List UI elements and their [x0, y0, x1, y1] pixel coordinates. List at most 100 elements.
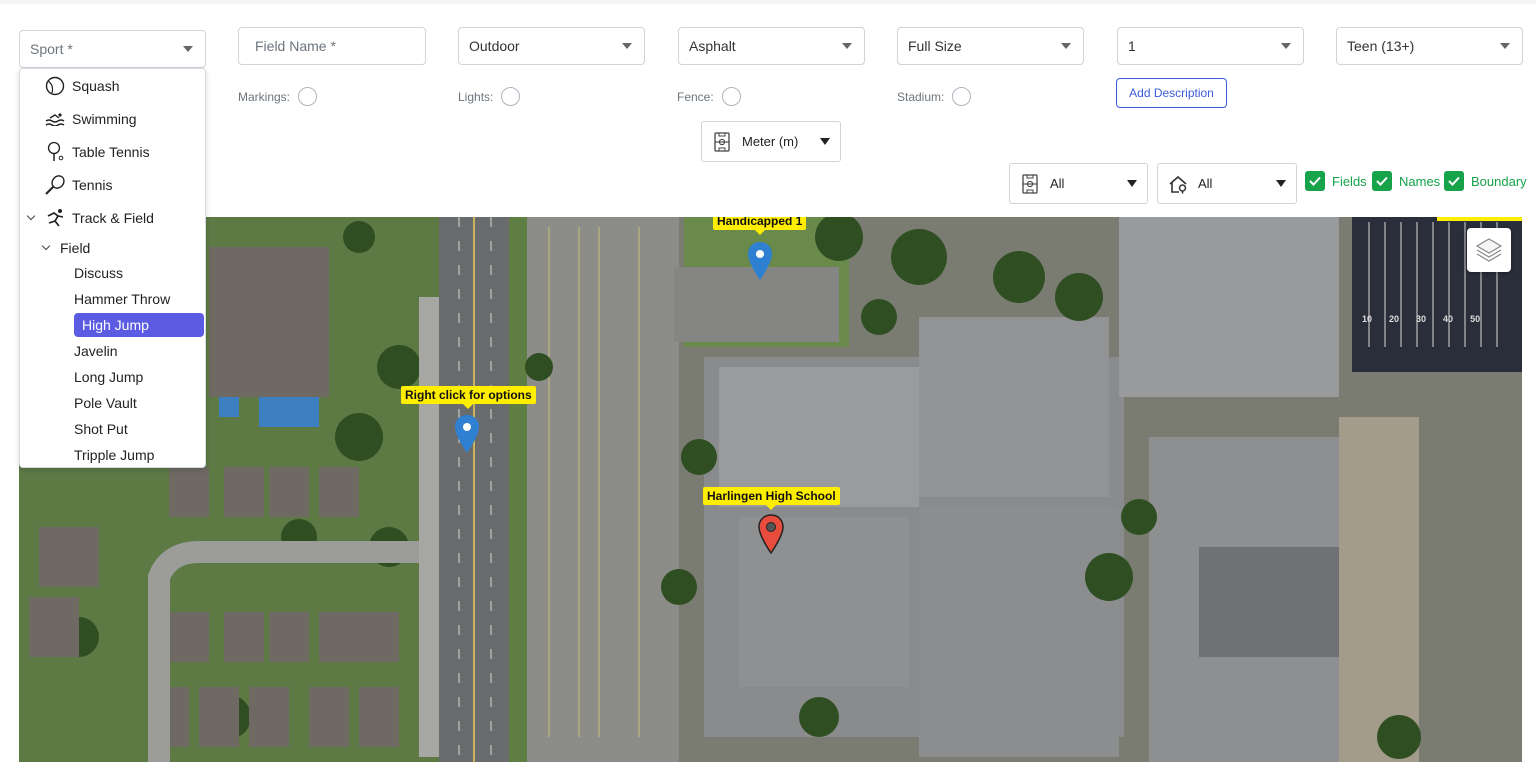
home-location-icon	[1169, 175, 1187, 193]
field-filter-value: All	[1050, 176, 1065, 191]
sport-option-label: Track & Field	[72, 210, 154, 226]
age-group-value: Teen (13+)	[1347, 38, 1415, 54]
sport-option-long-jump[interactable]: Long Jump	[74, 365, 143, 389]
sport-group-label: Field	[60, 240, 91, 256]
age-group-select[interactable]: Teen (13+)	[1336, 27, 1523, 65]
sport-option-swimming[interactable]: Swimming	[20, 106, 205, 132]
chevron-down-icon	[1500, 43, 1510, 49]
field-name-placeholder: Field Name *	[255, 38, 336, 54]
fence-radio[interactable]	[721, 87, 741, 106]
sport-dropdown-menu[interactable]: Squash Swimming Table Tennis Tennis Trac…	[19, 68, 206, 468]
field-filter-select[interactable]: All	[1009, 163, 1148, 204]
swimming-icon	[44, 108, 66, 130]
offscreen-marker-tag	[1437, 217, 1522, 221]
yard-number: 20	[1389, 314, 1400, 324]
stadium-label: Stadium:	[897, 89, 945, 104]
chevron-down-icon	[1061, 43, 1071, 49]
fields-checkbox[interactable]: Fields	[1305, 171, 1367, 191]
map-pin-icon[interactable]	[758, 514, 784, 554]
markings-toggle[interactable]: Markings:	[238, 87, 318, 106]
unit-value: Meter (m)	[742, 134, 799, 149]
surface-select[interactable]: Asphalt	[678, 27, 865, 65]
facility-filter-select[interactable]: All	[1157, 163, 1297, 204]
sport-option-label: Tennis	[72, 177, 113, 193]
field-icon	[1022, 173, 1038, 194]
caret-down-icon	[820, 138, 830, 145]
lights-label: Lights:	[458, 89, 494, 104]
boundary-label: Boundary	[1471, 173, 1527, 189]
sport-group-field[interactable]: Field	[20, 235, 205, 261]
sport-select-placeholder: Sport *	[30, 41, 73, 57]
sport-option-track-field[interactable]: Track & Field	[20, 205, 205, 231]
caret-down-icon	[1276, 180, 1286, 187]
field-name-input[interactable]: Field Name *	[238, 27, 426, 65]
count-value: 1	[1128, 38, 1136, 54]
yard-number: 30	[1416, 314, 1427, 324]
unit-select[interactable]: Meter (m)	[701, 121, 841, 162]
chevron-down-icon	[26, 211, 36, 221]
markings-label: Markings:	[238, 89, 291, 104]
squash-ball-icon	[44, 75, 66, 97]
chevron-down-icon	[183, 46, 193, 52]
add-description-button[interactable]: Add Description	[1116, 78, 1227, 108]
stadium-toggle[interactable]: Stadium:	[897, 87, 972, 106]
facility-filter-value: All	[1198, 176, 1213, 191]
sport-option-javelin[interactable]: Javelin	[74, 339, 118, 363]
chevron-down-icon	[842, 43, 852, 49]
marker-tag-right-click: Right click for options	[401, 386, 536, 409]
yard-number: 10	[1362, 314, 1373, 324]
sport-option-tennis[interactable]: Tennis	[20, 172, 205, 198]
yard-number: 50	[1470, 314, 1481, 324]
sport-option-label: Squash	[72, 78, 120, 94]
boundary-checkbox[interactable]: Boundary	[1444, 171, 1527, 191]
names-label: Names	[1399, 173, 1441, 189]
size-value: Full Size	[908, 38, 962, 54]
fields-label: Fields	[1332, 173, 1367, 189]
sport-option-table-tennis[interactable]: Table Tennis	[20, 139, 205, 165]
tennis-racket-icon	[44, 174, 66, 196]
sport-option-high-jump[interactable]: High Jump	[74, 313, 204, 337]
map-pin-icon[interactable]	[455, 415, 479, 453]
caret-down-icon	[1127, 180, 1137, 187]
sport-option-hammer-throw[interactable]: Hammer Throw	[74, 287, 170, 311]
layers-button[interactable]	[1467, 228, 1511, 272]
chevron-down-icon	[1281, 43, 1291, 49]
names-checkbox[interactable]: Names	[1372, 171, 1440, 191]
fence-label: Fence:	[677, 89, 714, 104]
sport-option-tripple-jump[interactable]: Tripple Jump	[74, 443, 154, 467]
check-icon	[1305, 171, 1325, 191]
stadium-radio[interactable]	[952, 87, 972, 106]
lights-radio[interactable]	[501, 87, 521, 106]
check-icon	[1372, 171, 1392, 191]
page: Sport * Field Name * Outdoor Asphalt Ful…	[0, 0, 1536, 762]
surface-value: Asphalt	[689, 38, 736, 54]
layers-icon	[1475, 238, 1503, 262]
sport-option-discuss[interactable]: Discuss	[74, 261, 123, 285]
runner-icon	[44, 207, 66, 229]
sport-option-label: Swimming	[72, 111, 137, 127]
marker-tag-school: Harlingen High School	[703, 487, 840, 510]
map-pin-icon[interactable]	[748, 242, 772, 280]
markings-radio[interactable]	[298, 87, 318, 106]
fence-toggle[interactable]: Fence:	[677, 87, 741, 106]
field-yard-numbers: 10 20 30 40 50	[1362, 314, 1480, 324]
yard-number: 40	[1443, 314, 1454, 324]
sport-option-shot-put[interactable]: Shot Put	[74, 417, 128, 441]
environment-select[interactable]: Outdoor	[458, 27, 645, 65]
environment-value: Outdoor	[469, 38, 520, 54]
count-select[interactable]: 1	[1117, 27, 1304, 65]
satellite-map[interactable]: 10 20 30 40 50 Handicapped 1 Right click…	[19, 217, 1522, 762]
table-tennis-icon	[44, 141, 66, 163]
chevron-down-icon	[622, 43, 632, 49]
marker-tag-handicapped: Handicapped 1	[713, 217, 807, 235]
chevron-down-icon	[41, 241, 51, 251]
sport-option-label: Table Tennis	[72, 144, 150, 160]
size-select[interactable]: Full Size	[897, 27, 1084, 65]
lights-toggle[interactable]: Lights:	[458, 87, 521, 106]
sport-option-squash[interactable]: Squash	[20, 73, 205, 99]
check-icon	[1444, 171, 1464, 191]
top-divider	[0, 0, 1536, 4]
sport-select[interactable]: Sport *	[19, 30, 206, 68]
sport-option-pole-vault[interactable]: Pole Vault	[74, 391, 137, 415]
field-icon	[714, 131, 730, 152]
